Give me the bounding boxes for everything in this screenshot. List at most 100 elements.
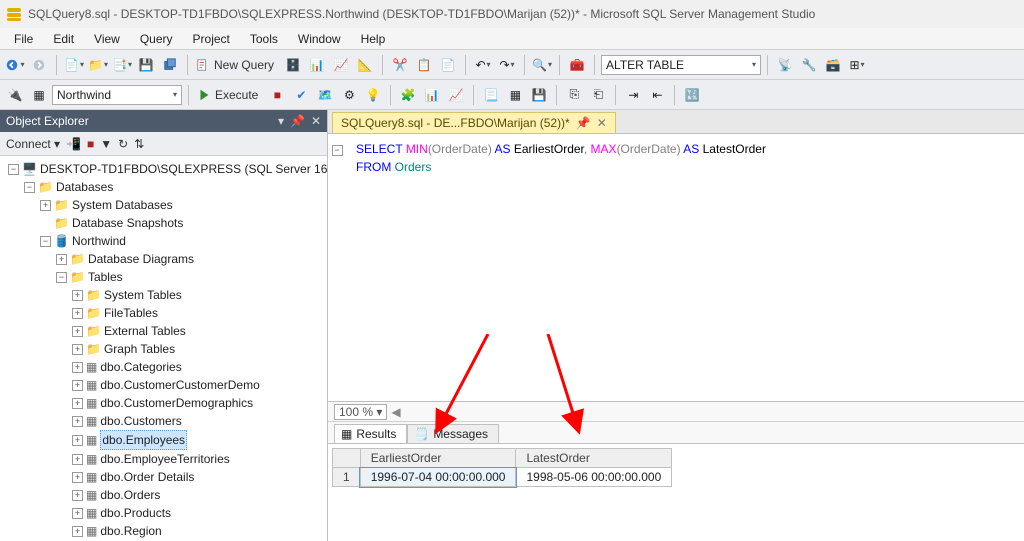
indent-icon[interactable]: ⇥ <box>622 84 644 106</box>
sql-editor[interactable]: − SELECT MIN(OrderDate) AS EarliestOrder… <box>328 134 1024 401</box>
new-query-button[interactable]: New Query <box>194 58 280 72</box>
oe-refresh-icon[interactable]: ↻ <box>118 137 128 151</box>
outline-toggle-icon[interactable]: − <box>332 145 343 156</box>
properties-button[interactable]: 🧰 <box>566 54 588 76</box>
nav-forward-button[interactable] <box>28 54 50 76</box>
tree-table[interactable]: dbo.Categories <box>100 358 181 376</box>
tree-table[interactable]: dbo.Orders <box>100 486 160 504</box>
oe-filter-icon[interactable]: ▼ <box>100 137 112 151</box>
zoom-scroll-left-icon[interactable]: ◀ <box>391 405 400 419</box>
registered-servers-icon[interactable]: 🗃️ <box>822 54 844 76</box>
mdx-query-icon[interactable]: 📈 <box>330 54 352 76</box>
as-query-icon[interactable]: 📊 <box>306 54 328 76</box>
tree-northwind[interactable]: Northwind <box>72 232 126 250</box>
specify-values-icon[interactable]: 🔣 <box>681 84 703 106</box>
comment-icon[interactable]: ⎘ <box>563 84 585 106</box>
expand-toggle[interactable]: + <box>72 344 83 355</box>
col-header[interactable]: LatestOrder <box>516 449 672 468</box>
quick-launch-combo[interactable]: ALTER TABLE <box>601 55 761 75</box>
results-to-text-icon[interactable]: 📃 <box>480 84 502 106</box>
expand-toggle[interactable]: − <box>24 182 35 193</box>
results-grid[interactable]: EarliestOrder LatestOrder 1 1996-07-04 0… <box>328 444 1024 541</box>
menu-tools[interactable]: Tools <box>240 30 288 48</box>
oe-stop-icon[interactable]: ■ <box>87 137 94 151</box>
copy-button[interactable]: 📋 <box>413 54 435 76</box>
expand-toggle[interactable]: + <box>72 308 83 319</box>
tree-graph-tables[interactable]: Graph Tables <box>104 340 175 358</box>
menu-edit[interactable]: Edit <box>43 30 84 48</box>
close-icon[interactable]: ✕ <box>597 116 607 130</box>
tree-external-tables[interactable]: External Tables <box>104 322 186 340</box>
menu-help[interactable]: Help <box>351 30 396 48</box>
cell-earliest[interactable]: 1996-07-04 00:00:00.000 <box>360 468 516 487</box>
tree-system-databases[interactable]: System Databases <box>72 196 173 214</box>
available-db-icon[interactable]: ▦ <box>28 84 50 106</box>
expand-toggle[interactable]: + <box>72 526 83 537</box>
panel-close-icon[interactable]: ✕ <box>311 114 321 128</box>
cancel-query-button[interactable]: ■ <box>266 84 288 106</box>
tree-filetables[interactable]: FileTables <box>104 304 158 322</box>
new-button[interactable]: 📄 <box>63 54 85 76</box>
expand-toggle[interactable]: + <box>72 326 83 337</box>
expand-toggle[interactable]: + <box>72 435 83 446</box>
intellisense-icon[interactable]: 💡 <box>362 84 384 106</box>
expand-toggle[interactable]: − <box>40 236 51 247</box>
col-header[interactable]: EarliestOrder <box>360 449 516 468</box>
save-all-button[interactable] <box>159 54 181 76</box>
activity-monitor-icon[interactable]: 📡 <box>774 54 796 76</box>
tree-tables[interactable]: Tables <box>88 268 123 286</box>
wrench-icon[interactable]: 🔧 <box>798 54 820 76</box>
tab-messages[interactable]: 🗒️Messages <box>407 424 499 443</box>
expand-toggle[interactable]: + <box>72 398 83 409</box>
expand-toggle[interactable]: + <box>72 454 83 465</box>
live-stats-icon[interactable]: 📊 <box>421 84 443 106</box>
tree-table[interactable]: dbo.Products <box>100 504 171 522</box>
expand-toggle[interactable]: − <box>56 272 67 283</box>
tree-table[interactable]: dbo.Customers <box>100 412 181 430</box>
db-engine-query-icon[interactable]: 🗄️ <box>282 54 304 76</box>
connect-dropdown[interactable]: Connect ▾ <box>6 137 60 151</box>
menu-file[interactable]: File <box>4 30 43 48</box>
expand-toggle[interactable]: + <box>72 290 83 301</box>
expand-toggle[interactable]: + <box>72 490 83 501</box>
cell-latest[interactable]: 1998-05-06 00:00:00.000 <box>516 468 672 487</box>
nav-back-button[interactable] <box>4 54 26 76</box>
expand-toggle[interactable]: − <box>8 164 19 175</box>
panel-dropdown-icon[interactable]: ▾ <box>278 114 284 128</box>
include-actual-plan-icon[interactable]: 🧩 <box>397 84 419 106</box>
expand-toggle[interactable]: + <box>72 380 83 391</box>
query-options-icon[interactable]: ⚙ <box>338 84 360 106</box>
menu-query[interactable]: Query <box>130 30 183 48</box>
results-to-grid-icon[interactable]: ▦ <box>504 84 526 106</box>
tree-table[interactable]: dbo.Region <box>100 522 161 540</box>
panel-pin-icon[interactable]: 📌 <box>290 114 305 128</box>
tree-snapshots[interactable]: Database Snapshots <box>72 214 183 232</box>
tree-table[interactable]: dbo.CustomerDemographics <box>100 394 253 412</box>
options-icon[interactable]: ⊞ <box>846 54 868 76</box>
database-combo[interactable]: Northwind <box>52 85 182 105</box>
oe-disconnect-icon[interactable]: 📲 <box>66 137 81 151</box>
tree-diagrams[interactable]: Database Diagrams <box>88 250 194 268</box>
tab-results[interactable]: ▦Results <box>334 424 407 443</box>
change-connection-icon[interactable]: 🔌 <box>4 84 26 106</box>
menu-view[interactable]: View <box>84 30 130 48</box>
parse-button[interactable]: ✔ <box>290 84 312 106</box>
expand-toggle[interactable]: + <box>72 508 83 519</box>
tree-table[interactable]: dbo.EmployeeTerritories <box>100 450 229 468</box>
tree-table[interactable]: dbo.Order Details <box>100 468 194 486</box>
redo-button[interactable]: ↷ <box>496 54 518 76</box>
find-button[interactable]: 🔍 <box>531 54 553 76</box>
pin-icon[interactable]: 📌 <box>576 116 591 130</box>
expand-toggle[interactable]: + <box>72 472 83 483</box>
expand-toggle[interactable]: + <box>72 416 83 427</box>
add-item-button[interactable]: 📑 <box>111 54 133 76</box>
results-to-file-icon[interactable]: 💾 <box>528 84 550 106</box>
expand-toggle[interactable]: + <box>56 254 67 265</box>
tree-databases[interactable]: Databases <box>56 178 113 196</box>
xmla-query-icon[interactable]: 📐 <box>354 54 376 76</box>
tree-table-selected[interactable]: dbo.Employees <box>100 430 187 450</box>
client-stats-icon[interactable]: 📈 <box>445 84 467 106</box>
document-tab[interactable]: SQLQuery8.sql - DE...FBDO\Marijan (52))*… <box>332 112 616 133</box>
cut-button[interactable]: ✂️ <box>389 54 411 76</box>
estimated-plan-icon[interactable]: 🗺️ <box>314 84 336 106</box>
